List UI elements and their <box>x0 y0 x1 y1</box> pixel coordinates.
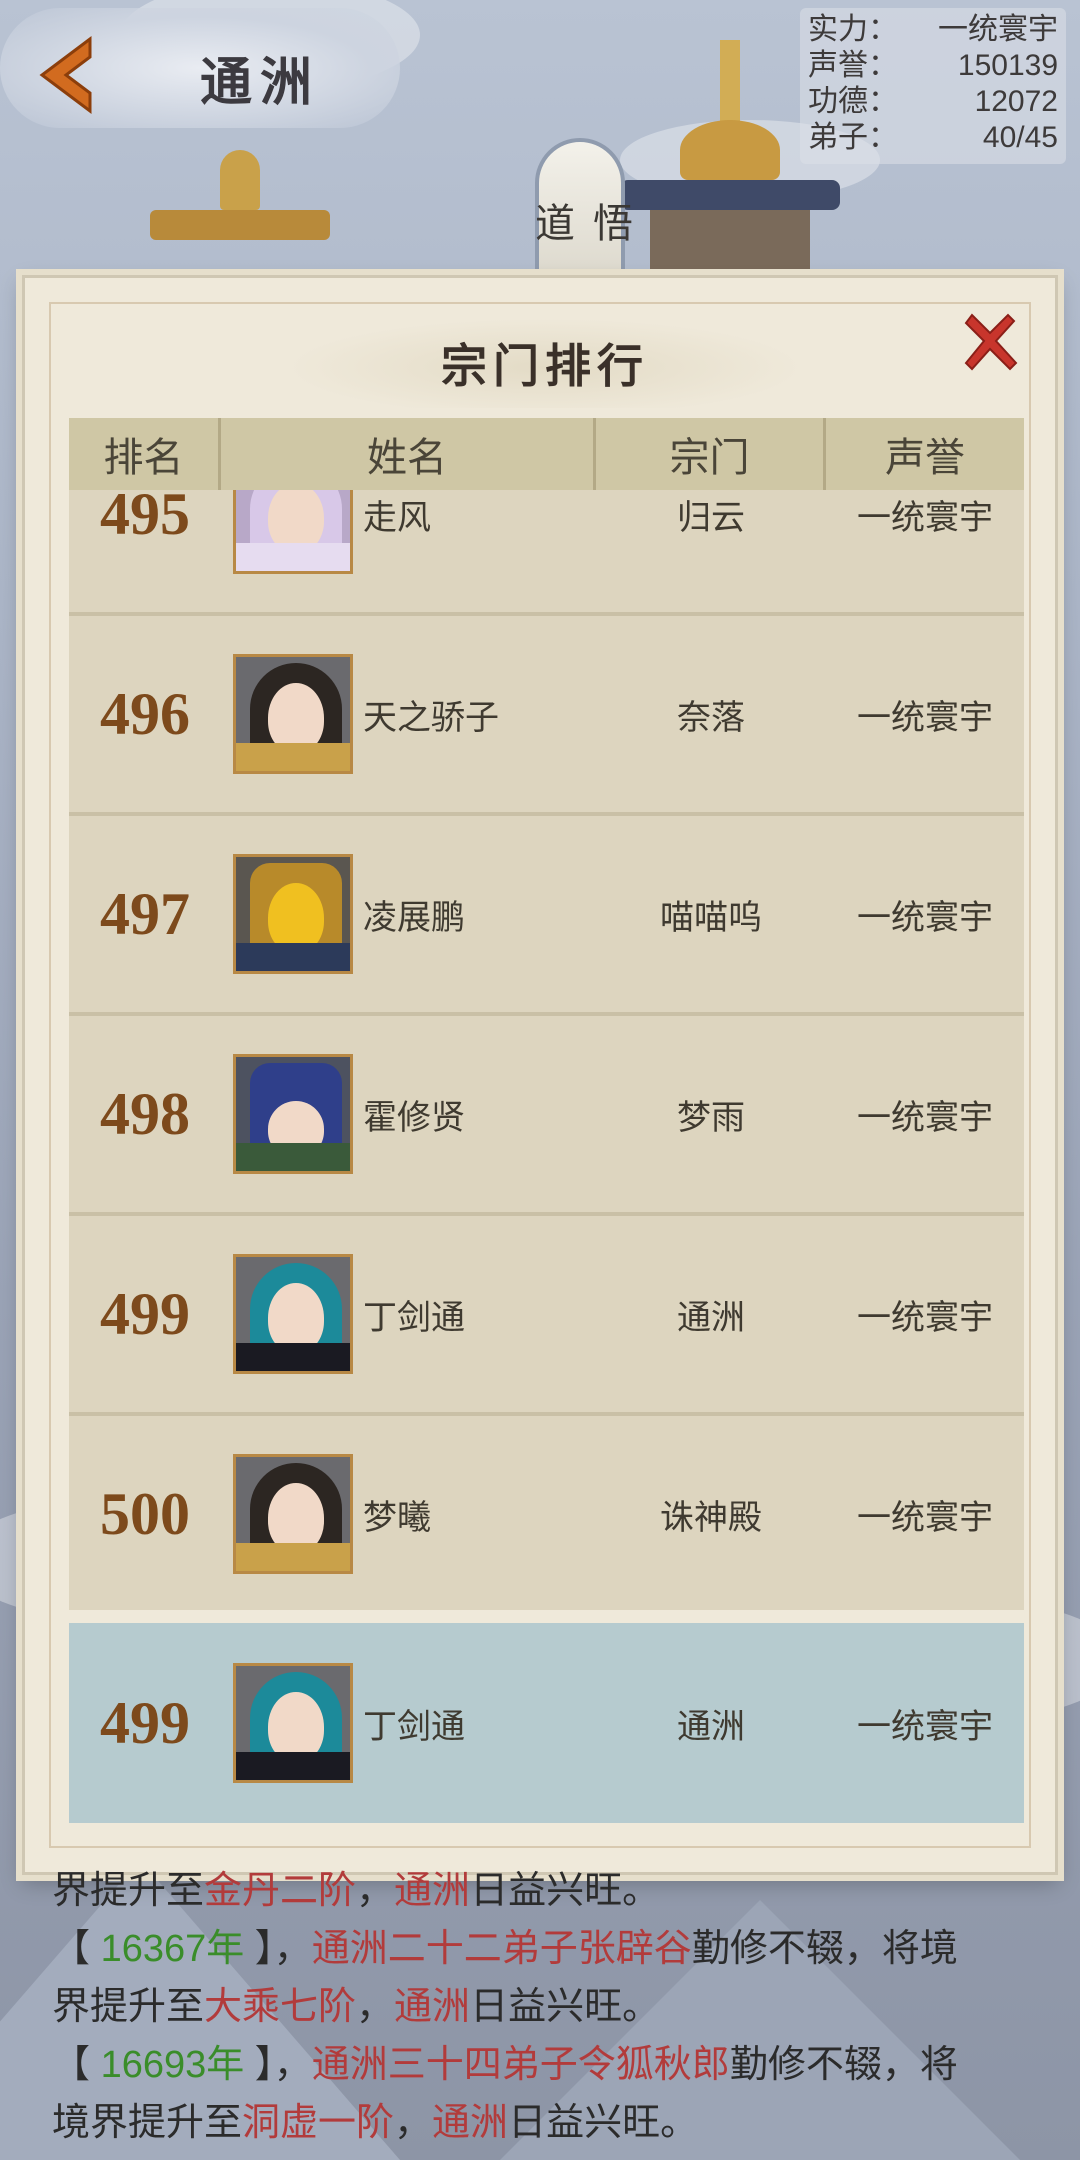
wudao-tab-label: 悟道 <box>528 202 632 246</box>
name-cell: 霍修贤 <box>221 1054 596 1174</box>
name-cell: 走风 <box>221 490 596 574</box>
name-cell: 丁剑通 <box>221 1254 596 1374</box>
stat-label: 弟子： <box>808 121 898 154</box>
rank-cell: 500 <box>100 1480 190 1547</box>
stat-label: 功德： <box>808 85 898 118</box>
chevron-left-icon <box>39 36 92 114</box>
close-icon <box>964 313 1018 371</box>
player-name: 丁剑通 <box>363 1707 465 1746</box>
reputation-cell: 一统寰宇 <box>857 698 993 737</box>
name-cell: 梦曦 <box>221 1454 596 1574</box>
modal-title-bar: 宗门排行 <box>285 318 805 408</box>
player-name: 霍修贤 <box>363 1098 465 1137</box>
wudao-tab[interactable]: 悟道 <box>528 138 632 288</box>
avatar <box>233 654 353 774</box>
stat-value: 12072 <box>974 85 1058 118</box>
sect-cell: 诛神殿 <box>660 1498 762 1537</box>
table-row[interactable]: 497 凌展鹏 喵喵呜 一统寰宇 <box>69 816 1024 1016</box>
log-line: 【 16693年 】，通洲三十四弟子令狐秋郎勤修不辍，将 <box>52 2044 958 2086</box>
region-title: 通洲 <box>200 52 321 113</box>
log-line: 界提升至金丹二阶，通洲日益兴旺。 <box>52 1870 661 1912</box>
stat-label: 声誉： <box>808 49 898 82</box>
stat-row-merit: 功德： 12072 <box>808 84 1058 120</box>
reputation-cell: 一统寰宇 <box>857 498 993 537</box>
sect-cell: 通洲 <box>677 1298 745 1337</box>
stat-value: 150139 <box>957 49 1058 82</box>
rank-cell: 498 <box>100 1080 190 1147</box>
log-line: 界提升至大乘七阶，通洲日益兴旺。 <box>52 1986 661 2028</box>
stats-panel: 实力： 一统寰宇 声誉： 150139 功德： 12072 弟子： 40/45 <box>800 8 1066 164</box>
self-rank-row[interactable]: 499 丁剑通 通洲 一统寰宇 <box>69 1623 1024 1823</box>
stat-value: 一统寰宇 <box>938 13 1058 46</box>
player-name: 走风 <box>363 498 431 537</box>
name-cell: 凌展鹏 <box>221 854 596 974</box>
name-cell: 天之骄子 <box>221 654 596 774</box>
rank-cell: 499 <box>100 1689 190 1756</box>
avatar <box>233 1054 353 1174</box>
table-row[interactable]: 499 丁剑通 通洲 一统寰宇 <box>69 1216 1024 1416</box>
table-row[interactable]: 500 梦曦 诛神殿 一统寰宇 <box>69 1416 1024 1610</box>
header-rank: 排名 <box>69 418 221 490</box>
sect-cell: 喵喵呜 <box>660 898 762 937</box>
sect-ranking-modal: 宗门排行 排名 姓名 宗门 声誉 495 走风 归云 一统寰宇 496 天之骄子… <box>22 275 1058 1875</box>
rank-cell: 499 <box>100 1280 190 1347</box>
rank-cell: 497 <box>100 880 190 947</box>
avatar <box>233 490 353 574</box>
modal-title: 宗门排行 <box>441 339 649 393</box>
stat-row-disciples: 弟子： 40/45 <box>808 120 1058 156</box>
header-sect: 宗门 <box>596 418 826 490</box>
stat-row-strength: 实力： 一统寰宇 <box>808 12 1058 48</box>
ranking-list[interactable]: 495 走风 归云 一统寰宇 496 天之骄子 奈落 一统寰宇 497 凌展鹏 … <box>69 490 1024 1610</box>
player-name: 凌展鹏 <box>363 898 465 937</box>
reputation-cell: 一统寰宇 <box>857 1298 993 1337</box>
stat-row-reputation: 声誉： 150139 <box>808 48 1058 84</box>
avatar <box>233 854 353 974</box>
avatar <box>233 1254 353 1374</box>
player-name: 梦曦 <box>363 1498 431 1537</box>
rank-cell: 496 <box>100 680 190 747</box>
stat-label: 实力： <box>808 13 898 46</box>
ranking-table-header: 排名 姓名 宗门 声誉 <box>69 418 1024 490</box>
avatar <box>233 1663 353 1783</box>
sect-cell: 通洲 <box>677 1707 745 1746</box>
table-row[interactable]: 495 走风 归云 一统寰宇 <box>69 490 1024 616</box>
player-name: 丁剑通 <box>363 1298 465 1337</box>
log-line: 【 16367年 】，通洲二十二弟子张辟谷勤修不辍，将境 <box>52 1928 958 1970</box>
reputation-cell: 一统寰宇 <box>857 1098 993 1137</box>
rank-cell: 495 <box>100 490 190 547</box>
log-line: 境界提升至洞虚一阶，通洲日益兴旺。 <box>52 2102 699 2144</box>
player-name: 天之骄子 <box>363 698 499 737</box>
reputation-cell: 一统寰宇 <box>857 898 993 937</box>
header-reputation: 声誉 <box>885 436 965 480</box>
table-row[interactable]: 498 霍修贤 梦雨 一统寰宇 <box>69 1016 1024 1216</box>
sect-cell: 梦雨 <box>677 1098 745 1137</box>
sect-cell: 奈落 <box>677 698 745 737</box>
reputation-cell: 一统寰宇 <box>857 1707 993 1746</box>
table-row[interactable]: 496 天之骄子 奈落 一统寰宇 <box>69 616 1024 816</box>
stat-value: 40/45 <box>982 121 1058 154</box>
name-cell: 丁剑通 <box>221 1663 596 1783</box>
avatar <box>233 1454 353 1574</box>
header-name: 姓名 <box>221 418 596 490</box>
reputation-cell: 一统寰宇 <box>857 1498 993 1537</box>
pagoda-left <box>150 150 330 270</box>
sect-cell: 归云 <box>677 498 745 537</box>
back-button[interactable] <box>22 30 112 120</box>
sect-event-log: 界提升至金丹二阶，通洲日益兴旺。 【 16367年 】，通洲二十二弟子张辟谷勤修… <box>52 1862 1052 2152</box>
close-button[interactable] <box>955 308 1025 378</box>
